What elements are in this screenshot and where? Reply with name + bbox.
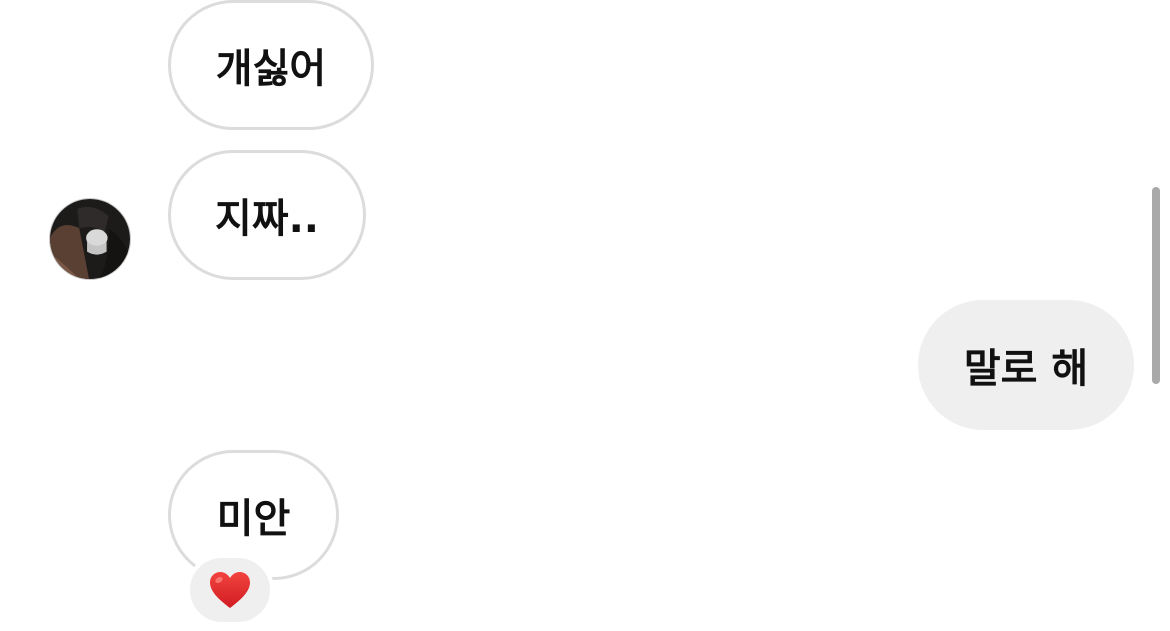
scrollbar[interactable] — [1152, 187, 1160, 384]
avatar-photo-icon — [50, 199, 130, 279]
message-text: 미안 — [216, 496, 291, 542]
message-text: 말로 해 — [963, 346, 1089, 392]
message-bubble-outgoing[interactable]: 말로 해 — [918, 300, 1134, 430]
message-text: 지짜.. — [215, 196, 319, 242]
contact-avatar[interactable] — [49, 198, 131, 280]
message-bubble-incoming[interactable]: 지짜.. — [168, 150, 366, 280]
message-text: 개싫어 — [215, 46, 327, 92]
message-reaction[interactable] — [186, 554, 274, 626]
heart-icon — [210, 572, 250, 608]
message-bubble-incoming[interactable]: 개싫어 — [168, 0, 374, 130]
